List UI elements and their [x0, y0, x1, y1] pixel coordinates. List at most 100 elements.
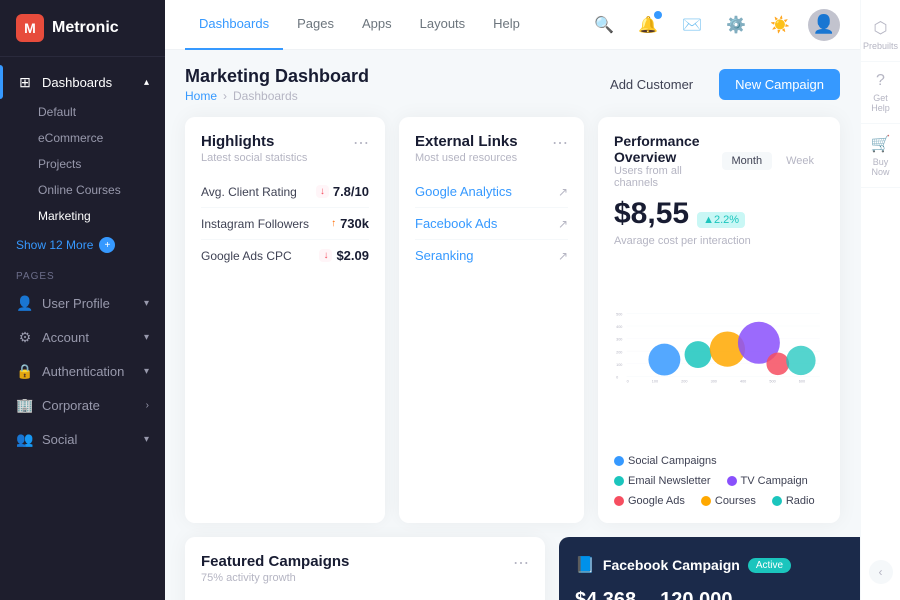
sidebar-item-account-label: Account: [42, 330, 89, 345]
page-content: Marketing Dashboard Home › Dashboards Ad…: [165, 50, 860, 600]
performance-metric-badge: ▲2.2%: [697, 212, 745, 228]
legend-dot-tv: [727, 476, 737, 486]
notifications-icon[interactable]: 🔔: [632, 9, 664, 41]
page-title-area: Marketing Dashboard Home › Dashboards: [185, 66, 369, 103]
user-avatar[interactable]: 👤: [808, 9, 840, 41]
featured-campaigns-title-area: Featured Campaigns 75% activity growth: [201, 553, 349, 584]
cards-row: Highlights Latest social statistics ⋯ Av…: [185, 117, 840, 523]
fb-metrics: $4,368 Spent so far 120,000 Total reach: [575, 589, 860, 600]
external-link-icon-1: ↗: [558, 185, 568, 199]
svg-text:0: 0: [627, 380, 629, 384]
fb-card-title: Facebook Campaign: [603, 557, 740, 573]
legend-label-tv: TV Campaign: [741, 475, 808, 487]
sidebar-item-corporate-label: Corporate: [42, 398, 100, 413]
legend-email: Email Newsletter: [614, 475, 711, 487]
help-icon: ?: [876, 72, 885, 90]
breadcrumb-home[interactable]: Home: [185, 89, 217, 103]
performance-metric-sub: Avarage cost per interaction: [614, 235, 824, 247]
tab-layouts[interactable]: Layouts: [406, 0, 480, 50]
sidebar-item-corporate[interactable]: 🏢 Corporate ›: [0, 388, 165, 422]
fb-card-header: 📘 Facebook Campaign Active →: [575, 553, 860, 577]
chart-legend: Social Campaigns Email Newsletter TV Cam…: [614, 455, 824, 507]
buy-now-icon: 🛒: [871, 134, 891, 154]
notification-badge: [654, 11, 662, 19]
tab-apps[interactable]: Apps: [348, 0, 406, 50]
sidebar-item-account[interactable]: ⚙ Account ▾: [0, 320, 165, 354]
chevron-up-icon: ▴: [144, 77, 149, 88]
external-links-title: External Links: [415, 133, 518, 150]
header-actions: Add Customer New Campaign: [594, 69, 840, 100]
tab-pages[interactable]: Pages: [283, 0, 348, 50]
toggle-week[interactable]: Week: [776, 152, 824, 170]
panel-item-prebuilts[interactable]: ⬡ Prebuilts: [861, 8, 900, 62]
highlights-card-header: Highlights Latest social statistics ⋯: [201, 133, 369, 164]
facebook-ads-link[interactable]: Facebook Ads: [415, 216, 497, 231]
main-area: Dashboards Pages Apps Layouts Help 🔍 🔔 ✉…: [165, 0, 860, 600]
sidebar-item-user-profile[interactable]: 👤 User Profile ▾: [0, 286, 165, 320]
panel-close-button[interactable]: ‹: [869, 560, 893, 584]
link-google-analytics: Google Analytics ↗: [415, 176, 568, 208]
svg-text:200: 200: [681, 380, 687, 384]
sidebar-item-user-profile-label: User Profile: [42, 296, 110, 311]
messages-icon[interactable]: ✉️: [676, 9, 708, 41]
page-header: Marketing Dashboard Home › Dashboards Ad…: [185, 66, 840, 103]
tab-dashboards[interactable]: Dashboards: [185, 0, 283, 50]
external-links-title-area: External Links Most used resources: [415, 133, 518, 164]
featured-campaigns-title: Featured Campaigns: [201, 553, 349, 570]
corporate-icon: 🏢: [16, 396, 34, 414]
sidebar-item-default[interactable]: Default: [0, 99, 165, 125]
panel-item-buy-now[interactable]: 🛒 Buy Now: [861, 124, 900, 188]
featured-campaigns-card: Featured Campaigns 75% activity growth ⋯…: [185, 537, 545, 600]
new-campaign-button[interactable]: New Campaign: [719, 69, 840, 100]
right-column: 📘 Facebook Campaign Active → $4,368 Spen…: [559, 537, 860, 600]
search-icon[interactable]: 🔍: [588, 9, 620, 41]
breadcrumb: Home › Dashboards: [185, 89, 369, 103]
sidebar: M Metronic ⊞ Dashboards ▴ Default eComme…: [0, 0, 165, 600]
logo-text: Metronic: [52, 19, 119, 37]
bubble-social: [648, 344, 680, 376]
highlights-menu-icon[interactable]: ⋯: [353, 133, 369, 153]
performance-header: Performance Overview Users from all chan…: [614, 133, 824, 189]
sidebar-item-online-courses[interactable]: Online Courses: [0, 177, 165, 203]
show-more-button[interactable]: Show 12 More +: [0, 229, 165, 261]
tab-help[interactable]: Help: [479, 0, 534, 50]
featured-campaigns-menu-icon[interactable]: ⋯: [513, 553, 529, 573]
chevron-down-icon-4: ▾: [144, 434, 149, 445]
campaign-brands: 🎧 Beats 🅰 Amazon: [201, 596, 529, 600]
sidebar-item-social[interactable]: 👥 Social ▾: [0, 422, 165, 456]
stat-value-instagram: ↑ 730k: [331, 216, 369, 231]
settings-icon[interactable]: ⚙️: [720, 9, 752, 41]
legend-dot-courses: [701, 496, 711, 506]
legend-label-google: Google Ads: [628, 495, 685, 507]
sidebar-item-authentication[interactable]: 🔒 Authentication ▾: [0, 354, 165, 388]
topnav-icons-group: 🔍 🔔 ✉️ ⚙️ ☀️ 👤: [588, 9, 840, 41]
account-icon: ⚙: [16, 328, 34, 346]
featured-campaigns-header: Featured Campaigns 75% activity growth ⋯: [201, 553, 529, 584]
sidebar-item-marketing[interactable]: Marketing: [0, 203, 165, 229]
external-links-menu-icon[interactable]: ⋯: [552, 133, 568, 153]
sidebar-item-projects[interactable]: Projects: [0, 151, 165, 177]
toggle-month[interactable]: Month: [722, 152, 773, 170]
google-analytics-link[interactable]: Google Analytics: [415, 184, 512, 199]
bubble-google: [766, 352, 789, 375]
add-customer-button[interactable]: Add Customer: [594, 69, 709, 100]
highlights-title: Highlights: [201, 133, 307, 150]
sidebar-logo: M Metronic: [0, 0, 165, 57]
panel-item-get-help[interactable]: ? Get Help: [861, 62, 900, 124]
legend-label-social: Social Campaigns: [628, 455, 717, 467]
highlights-subtitle: Latest social statistics: [201, 152, 307, 164]
sidebar-item-dashboards[interactable]: ⊞ Dashboards ▴: [0, 65, 165, 99]
seranking-link[interactable]: Seranking: [415, 248, 474, 263]
logo-icon: M: [16, 14, 44, 42]
sidebar-item-dashboards-label: Dashboards: [42, 75, 112, 90]
trend-down-icon: ↓: [316, 185, 329, 198]
sidebar-item-ecommerce[interactable]: eCommerce: [0, 125, 165, 151]
fb-metric-spent: $4,368 Spent so far: [575, 589, 636, 600]
prebuilts-icon: ⬡: [874, 18, 888, 38]
stat-row-instagram: Instagram Followers ↑ 730k: [201, 208, 369, 240]
stat-row-cpc: Google Ads CPC ↓ $2.09: [201, 240, 369, 271]
theme-icon[interactable]: ☀️: [764, 9, 796, 41]
legend-label-radio: Radio: [786, 495, 815, 507]
stat-value-cpc: ↓ $2.09: [319, 248, 369, 263]
svg-text:400: 400: [740, 380, 746, 384]
